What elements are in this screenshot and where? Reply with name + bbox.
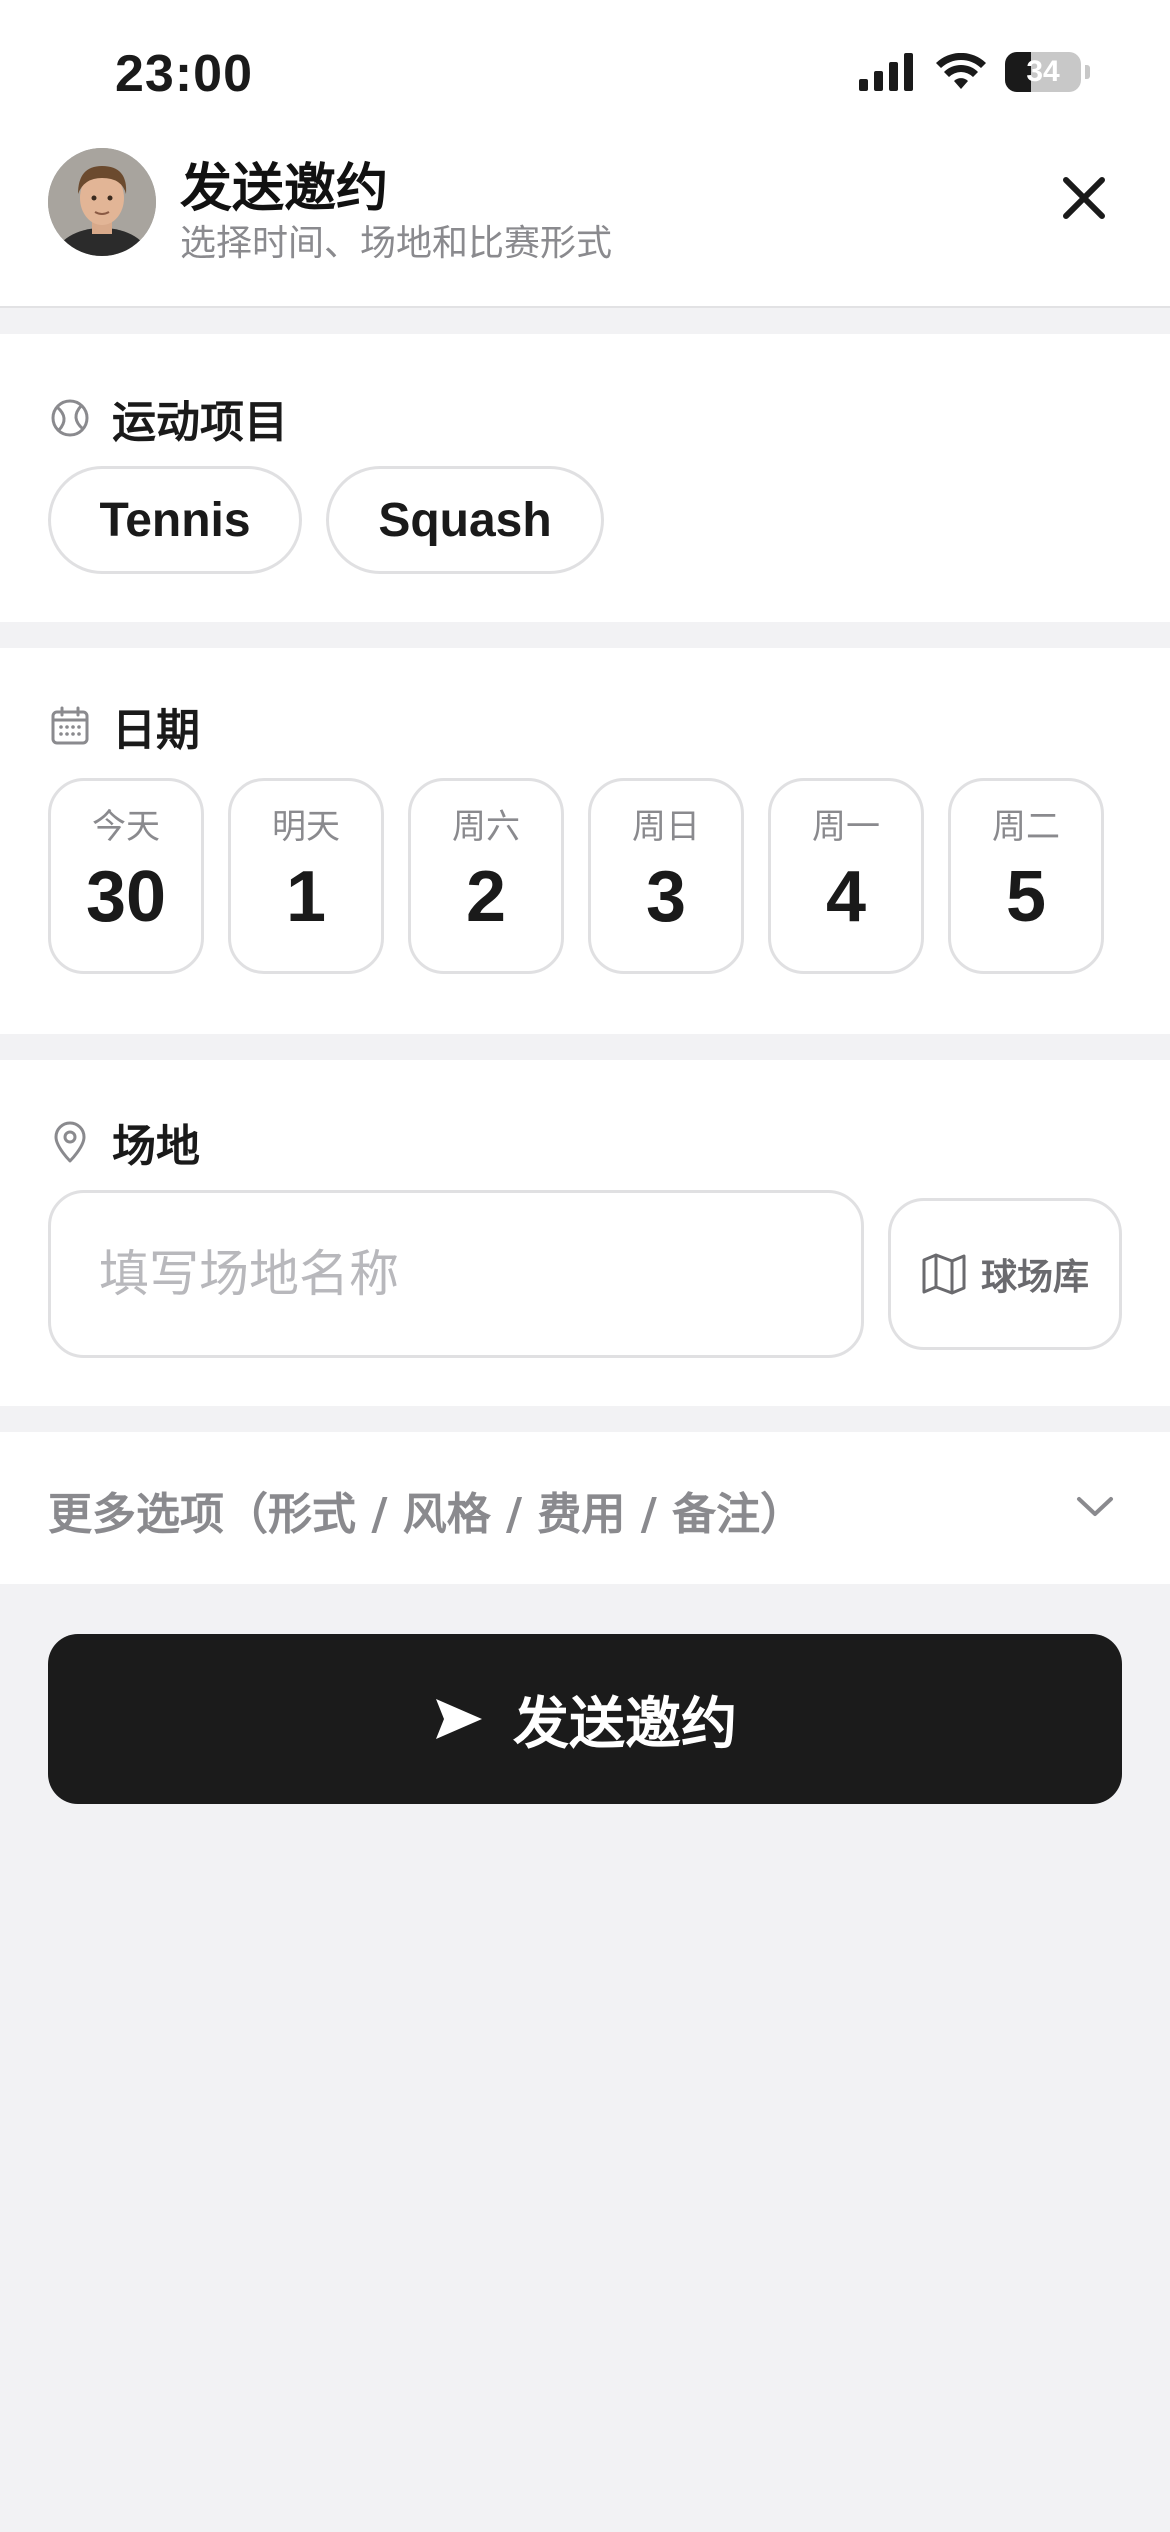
date-option[interactable]: 周二 5 (948, 778, 1104, 974)
date-day: 5 (1005, 857, 1047, 937)
sport-chip-tennis[interactable]: Tennis (48, 466, 302, 574)
close-button[interactable] (1056, 170, 1112, 226)
page-subtitle: 选择时间、场地和比赛形式 (180, 223, 613, 264)
date-label: 日期 (48, 694, 200, 758)
court-library-label: 球场库 (980, 1257, 1089, 1298)
map-icon (922, 1253, 966, 1295)
cellular-signal-icon (859, 53, 913, 91)
sheet-header: 发送邀约 选择时间、场地和比赛形式 (0, 140, 1170, 308)
ball-icon (48, 396, 92, 440)
date-option[interactable]: 今天 30 (48, 778, 204, 974)
venue-section: 场地 球场库 (0, 1060, 1170, 1406)
date-option[interactable]: 周日 3 (588, 778, 744, 974)
status-bar: 23:00 34 (0, 0, 1170, 140)
date-section: 日期 今天 30 明天 1 周六 2 周日 3 周一 4 周二 5 (0, 648, 1170, 1034)
court-library-button[interactable]: 球场库 (888, 1198, 1122, 1350)
sport-label: 运动项目 (48, 386, 288, 450)
send-invite-button[interactable]: 发送邀约 (48, 1634, 1122, 1804)
date-weekday: 今天 (92, 807, 160, 847)
page-title: 发送邀约 (180, 159, 389, 219)
battery-tip (1085, 65, 1090, 79)
avatar (48, 148, 156, 256)
date-day: 30 (85, 857, 167, 937)
sport-label-text: 运动项目 (112, 397, 288, 448)
sport-section: 运动项目 Tennis Squash (0, 334, 1170, 622)
battery-percentage: 34 (1026, 55, 1060, 88)
date-day: 1 (285, 857, 327, 937)
status-time: 23:00 (115, 45, 253, 103)
date-option[interactable]: 周一 4 (768, 778, 924, 974)
send-invite-label: 发送邀约 (513, 1691, 737, 1757)
send-icon (436, 1699, 482, 1739)
date-day: 3 (645, 857, 687, 937)
date-label-text: 日期 (112, 705, 200, 756)
date-option[interactable]: 明天 1 (228, 778, 384, 974)
date-option[interactable]: 周六 2 (408, 778, 564, 974)
sport-chip-squash[interactable]: Squash (326, 466, 604, 574)
calendar-icon (48, 704, 92, 748)
map-pin-icon (48, 1120, 92, 1164)
venue-label: 场地 (48, 1110, 200, 1174)
more-options-label: 更多选项（形式 / 风格 / 费用 / 备注） (48, 1489, 805, 1540)
close-icon (1063, 177, 1105, 219)
battery-indicator: 34 (1005, 52, 1081, 92)
date-weekday: 明天 (272, 807, 340, 847)
date-weekday: 周一 (812, 807, 880, 847)
wifi-icon (936, 53, 986, 89)
date-day: 4 (825, 857, 867, 937)
chevron-down-icon (1070, 1482, 1120, 1532)
status-icons: 34 (857, 52, 1090, 92)
date-weekday: 周六 (452, 807, 520, 847)
venue-label-text: 场地 (112, 1121, 200, 1172)
venue-name-input[interactable] (48, 1190, 864, 1358)
date-weekday: 周二 (992, 807, 1060, 847)
date-weekday: 周日 (632, 807, 700, 847)
more-options-toggle[interactable]: 更多选项（形式 / 风格 / 费用 / 备注） (0, 1432, 1170, 1584)
date-day: 2 (465, 857, 507, 937)
